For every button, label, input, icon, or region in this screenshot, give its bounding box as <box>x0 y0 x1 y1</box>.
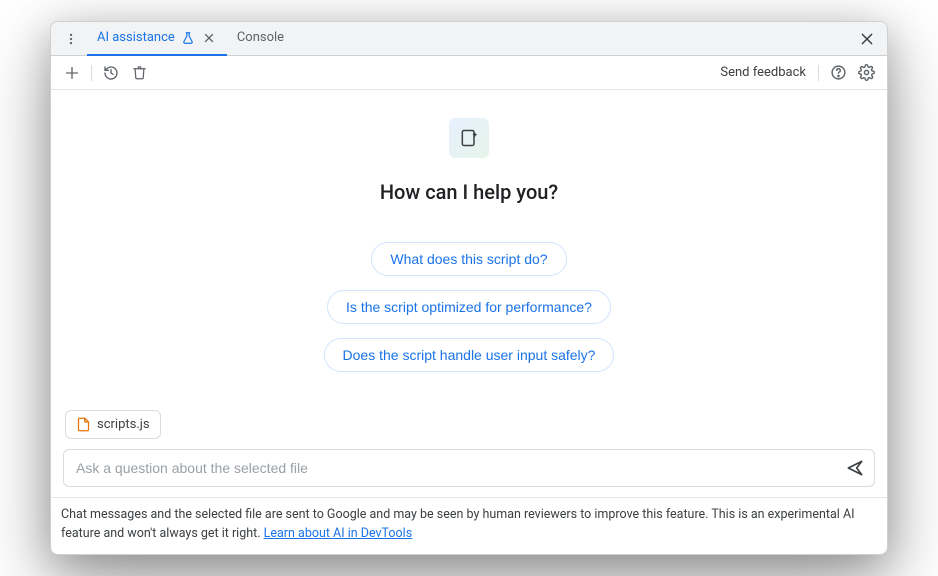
page-heading: How can I help you? <box>380 180 558 204</box>
learn-more-link[interactable]: Learn about AI in DevTools <box>264 526 413 541</box>
suggestion-list: What does this script do? Is the script … <box>324 242 615 372</box>
send-button[interactable] <box>842 455 868 481</box>
suggestion-chip[interactable]: What does this script do? <box>371 242 566 276</box>
prompt-input[interactable] <box>74 459 842 477</box>
context-file-name: scripts.js <box>97 417 150 432</box>
more-vertical-icon[interactable] <box>61 29 81 49</box>
separator <box>818 65 819 81</box>
main-content: How can I help you? What does this scrip… <box>51 90 887 497</box>
settings-button[interactable] <box>855 62 877 84</box>
close-tab-icon[interactable] <box>201 30 217 46</box>
tab-console[interactable]: Console <box>227 22 294 56</box>
sparkle-icon <box>449 118 489 158</box>
suggestion-chip[interactable]: Does the script handle user input safely… <box>324 338 615 372</box>
toolbar: Send feedback <box>51 56 887 90</box>
disclaimer-text: Chat messages and the selected file are … <box>61 507 855 541</box>
file-icon <box>76 417 91 432</box>
tab-label: AI assistance <box>97 30 175 45</box>
separator <box>91 65 92 81</box>
tab-label: Console <box>237 30 284 45</box>
suggestion-chip[interactable]: Is the script optimized for performance? <box>327 290 611 324</box>
tab-ai-assistance[interactable]: AI assistance <box>87 22 227 56</box>
tab-bar: AI assistance Console <box>51 22 887 56</box>
prompt-input-row <box>63 449 875 487</box>
new-chat-button[interactable] <box>61 62 83 84</box>
history-button[interactable] <box>100 62 122 84</box>
devtools-window: AI assistance Console Send feedback <box>50 21 888 555</box>
context-file-chip[interactable]: scripts.js <box>65 410 161 439</box>
close-panel-button[interactable] <box>853 25 881 53</box>
disclaimer-footer: Chat messages and the selected file are … <box>51 497 887 554</box>
delete-button[interactable] <box>128 62 150 84</box>
send-feedback-link[interactable]: Send feedback <box>720 65 806 80</box>
flask-icon <box>181 31 195 45</box>
help-button[interactable] <box>827 62 849 84</box>
